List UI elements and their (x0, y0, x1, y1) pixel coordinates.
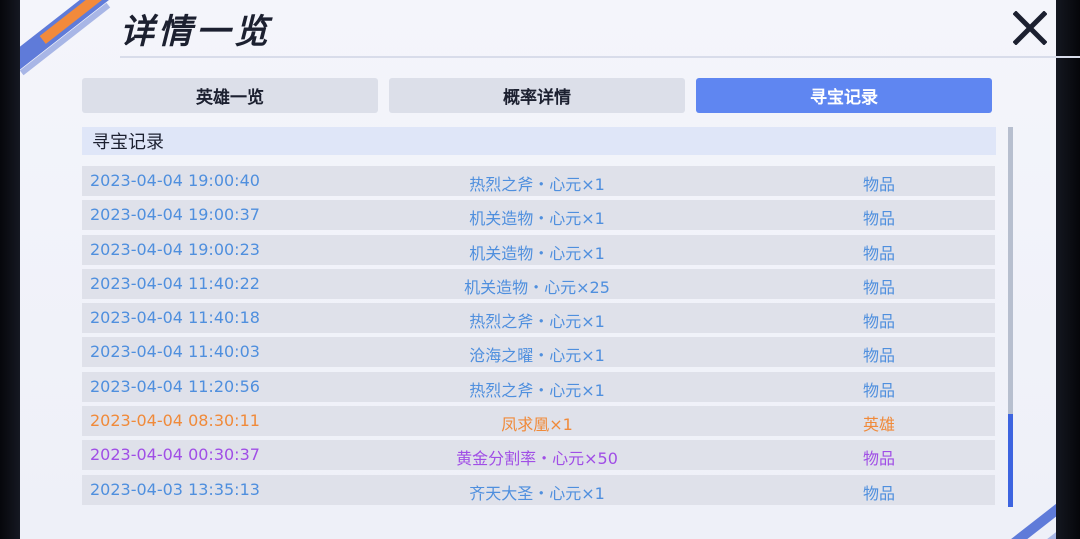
record-item: 热烈之斧・心元×1 (469, 380, 605, 400)
record-item: 机关造物・心元×1 (469, 209, 605, 229)
table-row: 2023-04-04 19:00:40 热烈之斧・心元×1 物品 (82, 166, 995, 196)
record-type: 英雄 (862, 415, 896, 435)
record-item: 沧海之曜・心元×1 (469, 346, 605, 366)
record-time: 2023-04-03 13:35:13 (90, 479, 260, 499)
table-row: 2023-04-04 11:40:18 热烈之斧・心元×1 物品 (82, 303, 995, 334)
section-title: 寻宝记录 (92, 132, 164, 153)
record-time: 2023-04-04 11:20:56 (90, 376, 260, 396)
record-type: 物品 (862, 243, 896, 263)
table-row: 2023-04-04 11:20:56 热烈之斧・心元×1 物品 (82, 371, 995, 402)
record-time: 2023-04-04 11:40:18 (90, 308, 260, 328)
record-item: 机关造物・心元×25 (464, 277, 610, 297)
record-item: 热烈之斧・心元×1 (469, 175, 605, 194)
scrollbar-thumb[interactable] (1008, 414, 1013, 507)
record-item: 齐天大圣・心元×1 (469, 483, 605, 503)
table-row: 2023-04-04 19:00:23 机关造物・心元×1 物品 (82, 234, 995, 265)
record-list[interactable]: 2023-04-04 19:00:40 热烈之斧・心元×1 物品 2023-04-04… (82, 166, 995, 509)
record-type: 物品 (862, 209, 896, 229)
record-type: 物品 (862, 175, 896, 194)
table-row: 2023-04-04 19:00:37 机关造物・心元×1 物品 (82, 200, 995, 231)
record-type: 物品 (862, 380, 896, 400)
section-header: 寻宝记录 (82, 127, 996, 155)
record-item: 热烈之斧・心元×1 (469, 312, 605, 332)
table-row: 2023-04-04 11:40:22 机关造物・心元×25 物品 (82, 268, 995, 299)
record-item: 凤求凰×1 (501, 415, 573, 435)
corner-decoration (20, 0, 130, 80)
record-time: 2023-04-04 00:30:37 (90, 445, 260, 465)
record-type: 物品 (862, 346, 896, 366)
close-button[interactable] (1010, 8, 1050, 48)
page-title: 详情一览 (120, 12, 272, 52)
close-icon (1013, 11, 1047, 45)
tab-probability[interactable]: 概率详情 (389, 78, 685, 113)
corner-decoration-bottom (986, 499, 1056, 539)
title-divider (120, 56, 1080, 58)
table-row: 2023-04-04 08:30:11 凤求凰×1 英雄 (82, 406, 995, 437)
tab-bar: 英雄一览 概率详情 寻宝记录 (82, 78, 994, 113)
right-background (1056, 0, 1080, 539)
record-time: 2023-04-04 19:00:37 (90, 205, 260, 225)
record-time: 2023-04-04 19:00:23 (90, 239, 260, 259)
table-row: 2023-04-03 13:35:13 齐天大圣・心元×1 物品 (82, 474, 995, 505)
left-background (0, 0, 20, 539)
record-type: 物品 (862, 483, 896, 503)
record-type: 物品 (862, 449, 896, 469)
record-time: 2023-04-04 08:30:11 (90, 411, 260, 431)
record-time: 2023-04-04 11:40:22 (90, 273, 260, 293)
record-item: 黄金分割率・心元×50 (456, 449, 618, 469)
table-row: 2023-04-04 11:40:03 沧海之曜・心元×1 物品 (82, 337, 995, 368)
record-time: 2023-04-04 11:40:03 (90, 342, 260, 362)
table-row: 2023-04-04 00:30:37 黄金分割率・心元×50 物品 (82, 440, 995, 471)
tab-treasure-record[interactable]: 寻宝记录 (696, 78, 992, 113)
record-type: 物品 (862, 312, 896, 332)
tab-hero-list[interactable]: 英雄一览 (82, 78, 378, 113)
record-item: 机关造物・心元×1 (469, 243, 605, 263)
record-time: 2023-04-04 19:00:40 (90, 171, 260, 190)
record-type: 物品 (862, 277, 896, 297)
